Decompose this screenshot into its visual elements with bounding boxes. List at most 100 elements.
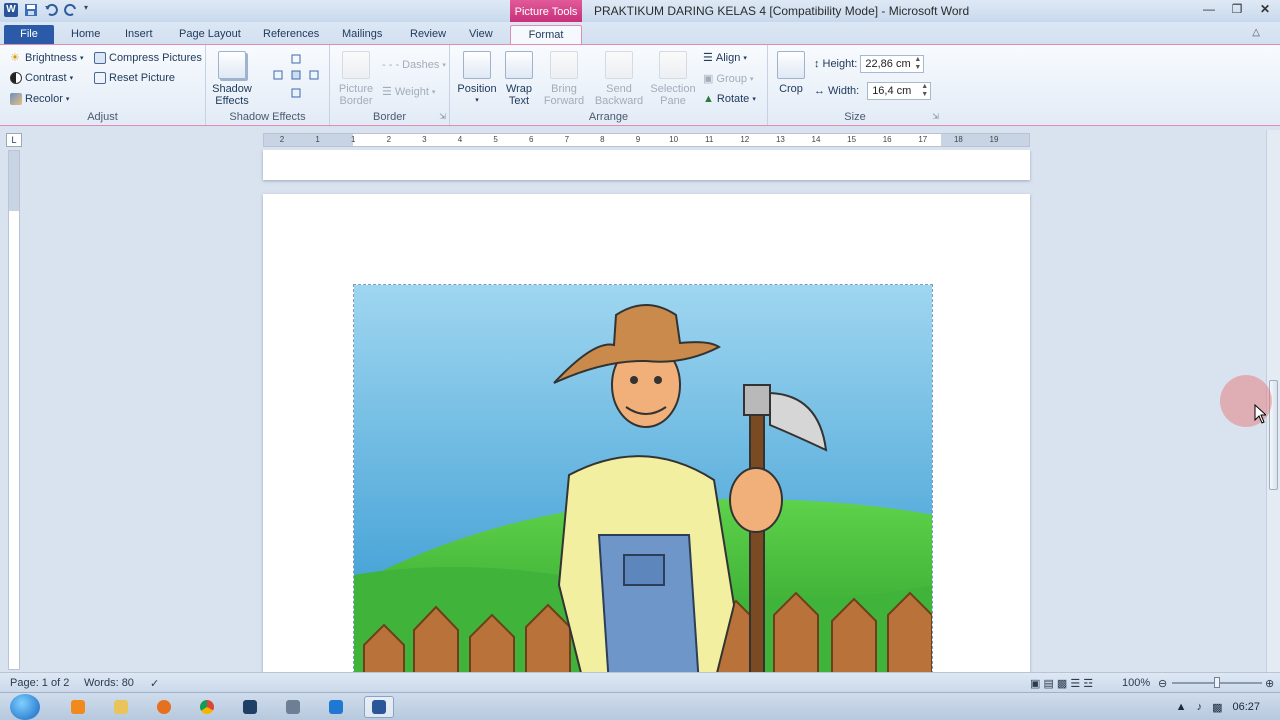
shadow-effects-icon [218, 51, 246, 79]
folder-icon [114, 700, 128, 714]
align-button[interactable]: ☰ Align ▾ [703, 51, 747, 65]
reset-picture-button[interactable]: Reset Picture [94, 72, 175, 84]
ruler-tick-label: 6 [528, 135, 534, 144]
selection-label-2: Pane [660, 95, 686, 107]
send-backward-button[interactable]: Send Backward [594, 51, 644, 107]
group-label-shadow: Shadow Effects [229, 111, 306, 123]
left-margin-shade [264, 134, 353, 146]
taskbar-app-blue[interactable] [321, 696, 351, 718]
width-spinner[interactable]: 16,4 cm ▲ ▼ [867, 82, 932, 100]
group-button[interactable]: ▣ Group ▾ [703, 72, 754, 86]
recolor-button[interactable]: Recolor ▾ [10, 93, 69, 105]
ruler-tick-label: 4 [457, 135, 463, 144]
brightness-button[interactable]: ☀ Brightness ▾ [10, 52, 84, 64]
height-spinner[interactable]: 22,86 cm ▲ ▼ [860, 55, 925, 73]
tab-page-layout[interactable]: Page Layout [175, 25, 245, 44]
redo-icon[interactable] [64, 3, 78, 17]
close-icon[interactable]: ✕ [1256, 2, 1274, 16]
rotate-button[interactable]: ▲ Rotate ▾ [703, 93, 756, 105]
customize-qat-icon[interactable]: ▾ [84, 3, 98, 17]
compress-pictures-button[interactable]: Compress Pictures [94, 52, 202, 64]
start-button[interactable] [10, 694, 40, 720]
horizontal-ruler[interactable]: 2 1 1 2 3 4 5 6 7 8 9 10 11 12 13 14 15 16 17 18 19 [263, 133, 1030, 147]
proofing-icon[interactable]: ✓ [150, 677, 159, 690]
taskbar-vlc[interactable] [63, 696, 93, 718]
taskbar-firefox[interactable] [149, 696, 179, 718]
taskbar-chrome[interactable] [192, 696, 222, 718]
ruler-tick-label: 2 [386, 135, 392, 144]
previous-page-bottom [263, 150, 1030, 180]
restore-icon[interactable]: ❐ [1228, 2, 1246, 16]
dashes-icon: - - - [382, 59, 400, 71]
taskbar-app[interactable] [278, 696, 308, 718]
zoom-slider-knob[interactable] [1214, 677, 1220, 688]
tab-references[interactable]: References [259, 25, 323, 44]
nudge-shadow-controls[interactable] [272, 53, 322, 103]
document-page[interactable] [263, 194, 1030, 672]
group-label-adjust: Adjust [87, 111, 118, 123]
taskbar-explorer[interactable] [106, 696, 136, 718]
tab-review[interactable]: Review [406, 25, 450, 44]
dashes-button[interactable]: - - - Dashes ▾ [382, 59, 446, 71]
spinner-arrows-icon[interactable]: ▲ ▼ [914, 56, 921, 72]
network-icon[interactable]: ▩ [1212, 701, 1222, 714]
view-buttons[interactable]: ▣ ▤ ▩ ☰ ☲ [1030, 677, 1118, 690]
ruler-tick-label: 18 [953, 135, 963, 144]
window-title: PRAKTIKUM DARING KELAS 4 [Compatibility … [594, 4, 970, 18]
taskbar-photoshop[interactable] [235, 696, 265, 718]
send-label-2: Backward [594, 95, 644, 107]
selection-pane-button[interactable]: Selection Pane [648, 51, 698, 107]
zoom-level[interactable]: 100% [1122, 677, 1150, 689]
group-arrange: Position ▾ Wrap Text Bring Forward Send … [450, 45, 768, 125]
recolor-label: Recolor [25, 93, 63, 105]
word-count[interactable]: Words: 80 [84, 677, 134, 689]
picture-border-icon [342, 51, 370, 79]
tab-format[interactable]: Format [510, 25, 582, 44]
chevron-down-icon: ▾ [442, 62, 446, 69]
zoom-out-icon[interactable]: ⊖ [1158, 677, 1167, 690]
tray-expand-icon[interactable]: ▲ [1176, 701, 1187, 713]
photoshop-icon [243, 700, 257, 714]
bring-forward-button[interactable]: Bring Forward [542, 51, 586, 107]
wrap-label-1: Wrap [505, 83, 533, 95]
align-icon: ☰ [703, 52, 713, 64]
chevron-down-icon: ▾ [475, 97, 479, 104]
tab-insert[interactable]: Insert [121, 25, 157, 44]
spinner-arrows-icon[interactable]: ▲ ▼ [921, 83, 928, 99]
tab-selector[interactable]: L [6, 133, 22, 147]
save-icon[interactable] [24, 3, 38, 17]
undo-icon[interactable] [44, 3, 58, 17]
weight-button[interactable]: ☰ Weight ▾ [382, 85, 435, 99]
tab-file[interactable]: File [4, 25, 54, 44]
dialog-launcher-icon[interactable]: ⇲ [439, 112, 446, 121]
zoom-in-icon[interactable]: ⊕ [1265, 677, 1274, 690]
farmer-picture[interactable] [353, 284, 933, 672]
shadow-effects-button[interactable]: Shadow Effects [212, 51, 252, 107]
word-app-icon[interactable]: W [4, 3, 18, 17]
tab-view[interactable]: View [465, 25, 497, 44]
crop-button[interactable]: Crop [776, 51, 806, 95]
height-label: Height: [822, 58, 858, 70]
ruler-tick-label: 5 [493, 135, 498, 144]
wrap-text-button[interactable]: Wrap Text [502, 51, 536, 107]
farmer-illustration [354, 285, 932, 672]
crop-label: Crop [779, 83, 803, 95]
tab-home[interactable]: Home [67, 25, 104, 44]
vertical-ruler[interactable] [8, 150, 20, 670]
position-button[interactable]: Position ▾ [456, 51, 498, 107]
minimize-ribbon-icon[interactable]: △ [1252, 27, 1260, 38]
minimize-icon[interactable]: — [1200, 2, 1218, 16]
crop-icon [777, 51, 805, 79]
clock[interactable]: 06:27 [1232, 701, 1260, 713]
contrast-button[interactable]: Contrast ▾ [10, 72, 73, 84]
dialog-launcher-icon[interactable]: ⇲ [932, 112, 939, 121]
page-count[interactable]: Page: 1 of 2 [10, 677, 69, 689]
width-icon: ↔ [814, 85, 825, 97]
zoom-slider[interactable] [1172, 677, 1262, 688]
taskbar-word[interactable] [364, 696, 394, 718]
tab-mailings[interactable]: Mailings [338, 25, 386, 44]
group-border: Picture Border - - - Dashes ▾ ☰ Weight ▾… [330, 45, 450, 125]
volume-icon[interactable]: ♪ [1197, 701, 1203, 713]
picture-border-button[interactable]: Picture Border [336, 51, 376, 107]
contrast-label: Contrast [25, 72, 67, 84]
